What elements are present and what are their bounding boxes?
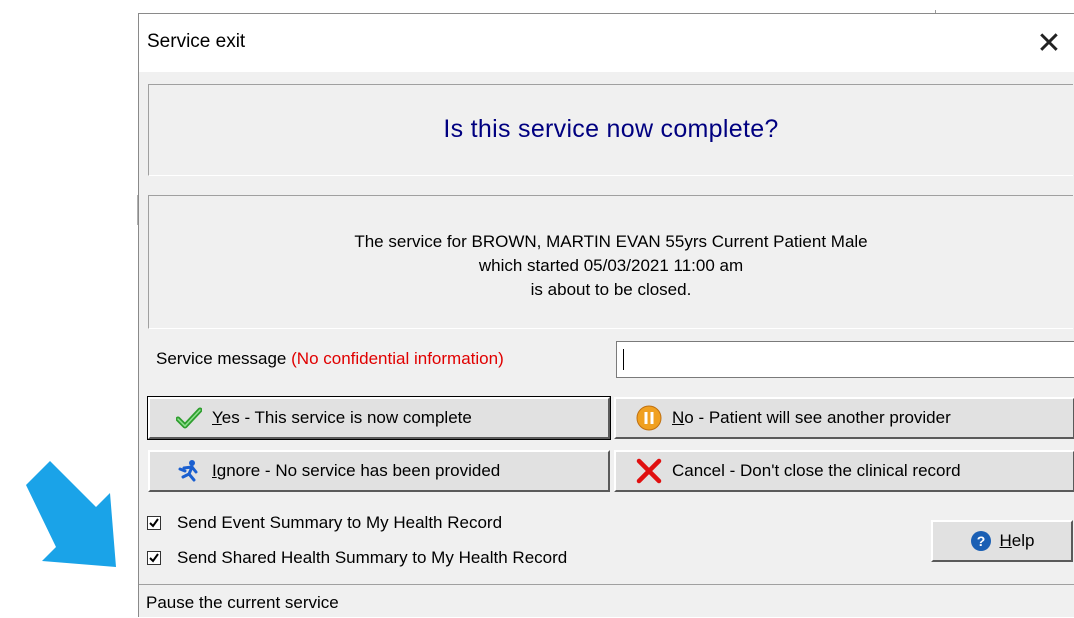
info-line-started: which started 05/03/2021 11:00 am xyxy=(478,256,744,275)
running-person-icon xyxy=(176,458,202,484)
service-info-panel: The service for BROWN, MARTIN EVAN 55yrs… xyxy=(148,195,1073,329)
info-line-patient: The service for BROWN, MARTIN EVAN 55yrs… xyxy=(354,232,868,251)
close-icon: ✕ xyxy=(1036,25,1062,61)
event-summary-checkbox-row[interactable]: Send Event Summary to My Health Record xyxy=(147,513,502,533)
service-message-input[interactable] xyxy=(616,341,1074,378)
svg-text:?: ? xyxy=(976,533,985,549)
title-bar: Service exit ✕ xyxy=(139,14,1074,72)
info-line-closing: is about to be closed. xyxy=(530,280,692,299)
annotation-arrow-icon xyxy=(26,461,116,567)
help-button-label: Help xyxy=(999,531,1035,550)
service-message-label: Service message (No confidential informa… xyxy=(156,349,504,368)
service-exit-dialog: Service exit ✕ Is this service now compl… xyxy=(138,13,1074,617)
close-button[interactable]: ✕ xyxy=(1024,20,1074,66)
ignore-no-service-button[interactable]: Ignore - No service has been provided xyxy=(148,450,610,492)
yes-complete-button[interactable]: Yes - This service is now complete xyxy=(147,396,611,440)
pause-icon xyxy=(636,405,662,431)
confidential-warning: (No confidential information) xyxy=(291,349,504,368)
red-x-icon xyxy=(636,458,662,484)
cancel-button-label: Cancel - Don't close the clinical record xyxy=(672,461,961,480)
event-summary-checkbox[interactable] xyxy=(147,516,161,530)
question-heading: Is this service now complete? xyxy=(443,115,779,143)
no-button-label: No - Patient will see another provider xyxy=(672,408,951,427)
check-icon xyxy=(176,405,202,431)
help-button[interactable]: ? Help xyxy=(931,520,1073,562)
shared-health-summary-checkbox-row[interactable]: Send Shared Health Summary to My Health … xyxy=(147,548,567,568)
window-title: Service exit xyxy=(147,31,246,52)
yes-button-label: Yes - This service is now complete xyxy=(212,408,472,427)
ignore-button-label: Ignore - No service has been provided xyxy=(212,461,501,480)
shared-health-summary-label: Send Shared Health Summary to My Health … xyxy=(177,548,568,567)
status-bar: Pause the current service xyxy=(139,584,1074,618)
shared-health-summary-checkbox[interactable] xyxy=(147,551,161,565)
question-panel: Is this service now complete? xyxy=(148,84,1073,176)
text-caret xyxy=(623,349,624,370)
status-text: Pause the current service xyxy=(146,593,339,612)
cancel-button[interactable]: Cancel - Don't close the clinical record xyxy=(614,450,1074,492)
help-icon: ? xyxy=(970,530,992,552)
no-another-provider-button[interactable]: No - Patient will see another provider xyxy=(614,397,1074,439)
event-summary-label: Send Event Summary to My Health Record xyxy=(177,513,503,532)
